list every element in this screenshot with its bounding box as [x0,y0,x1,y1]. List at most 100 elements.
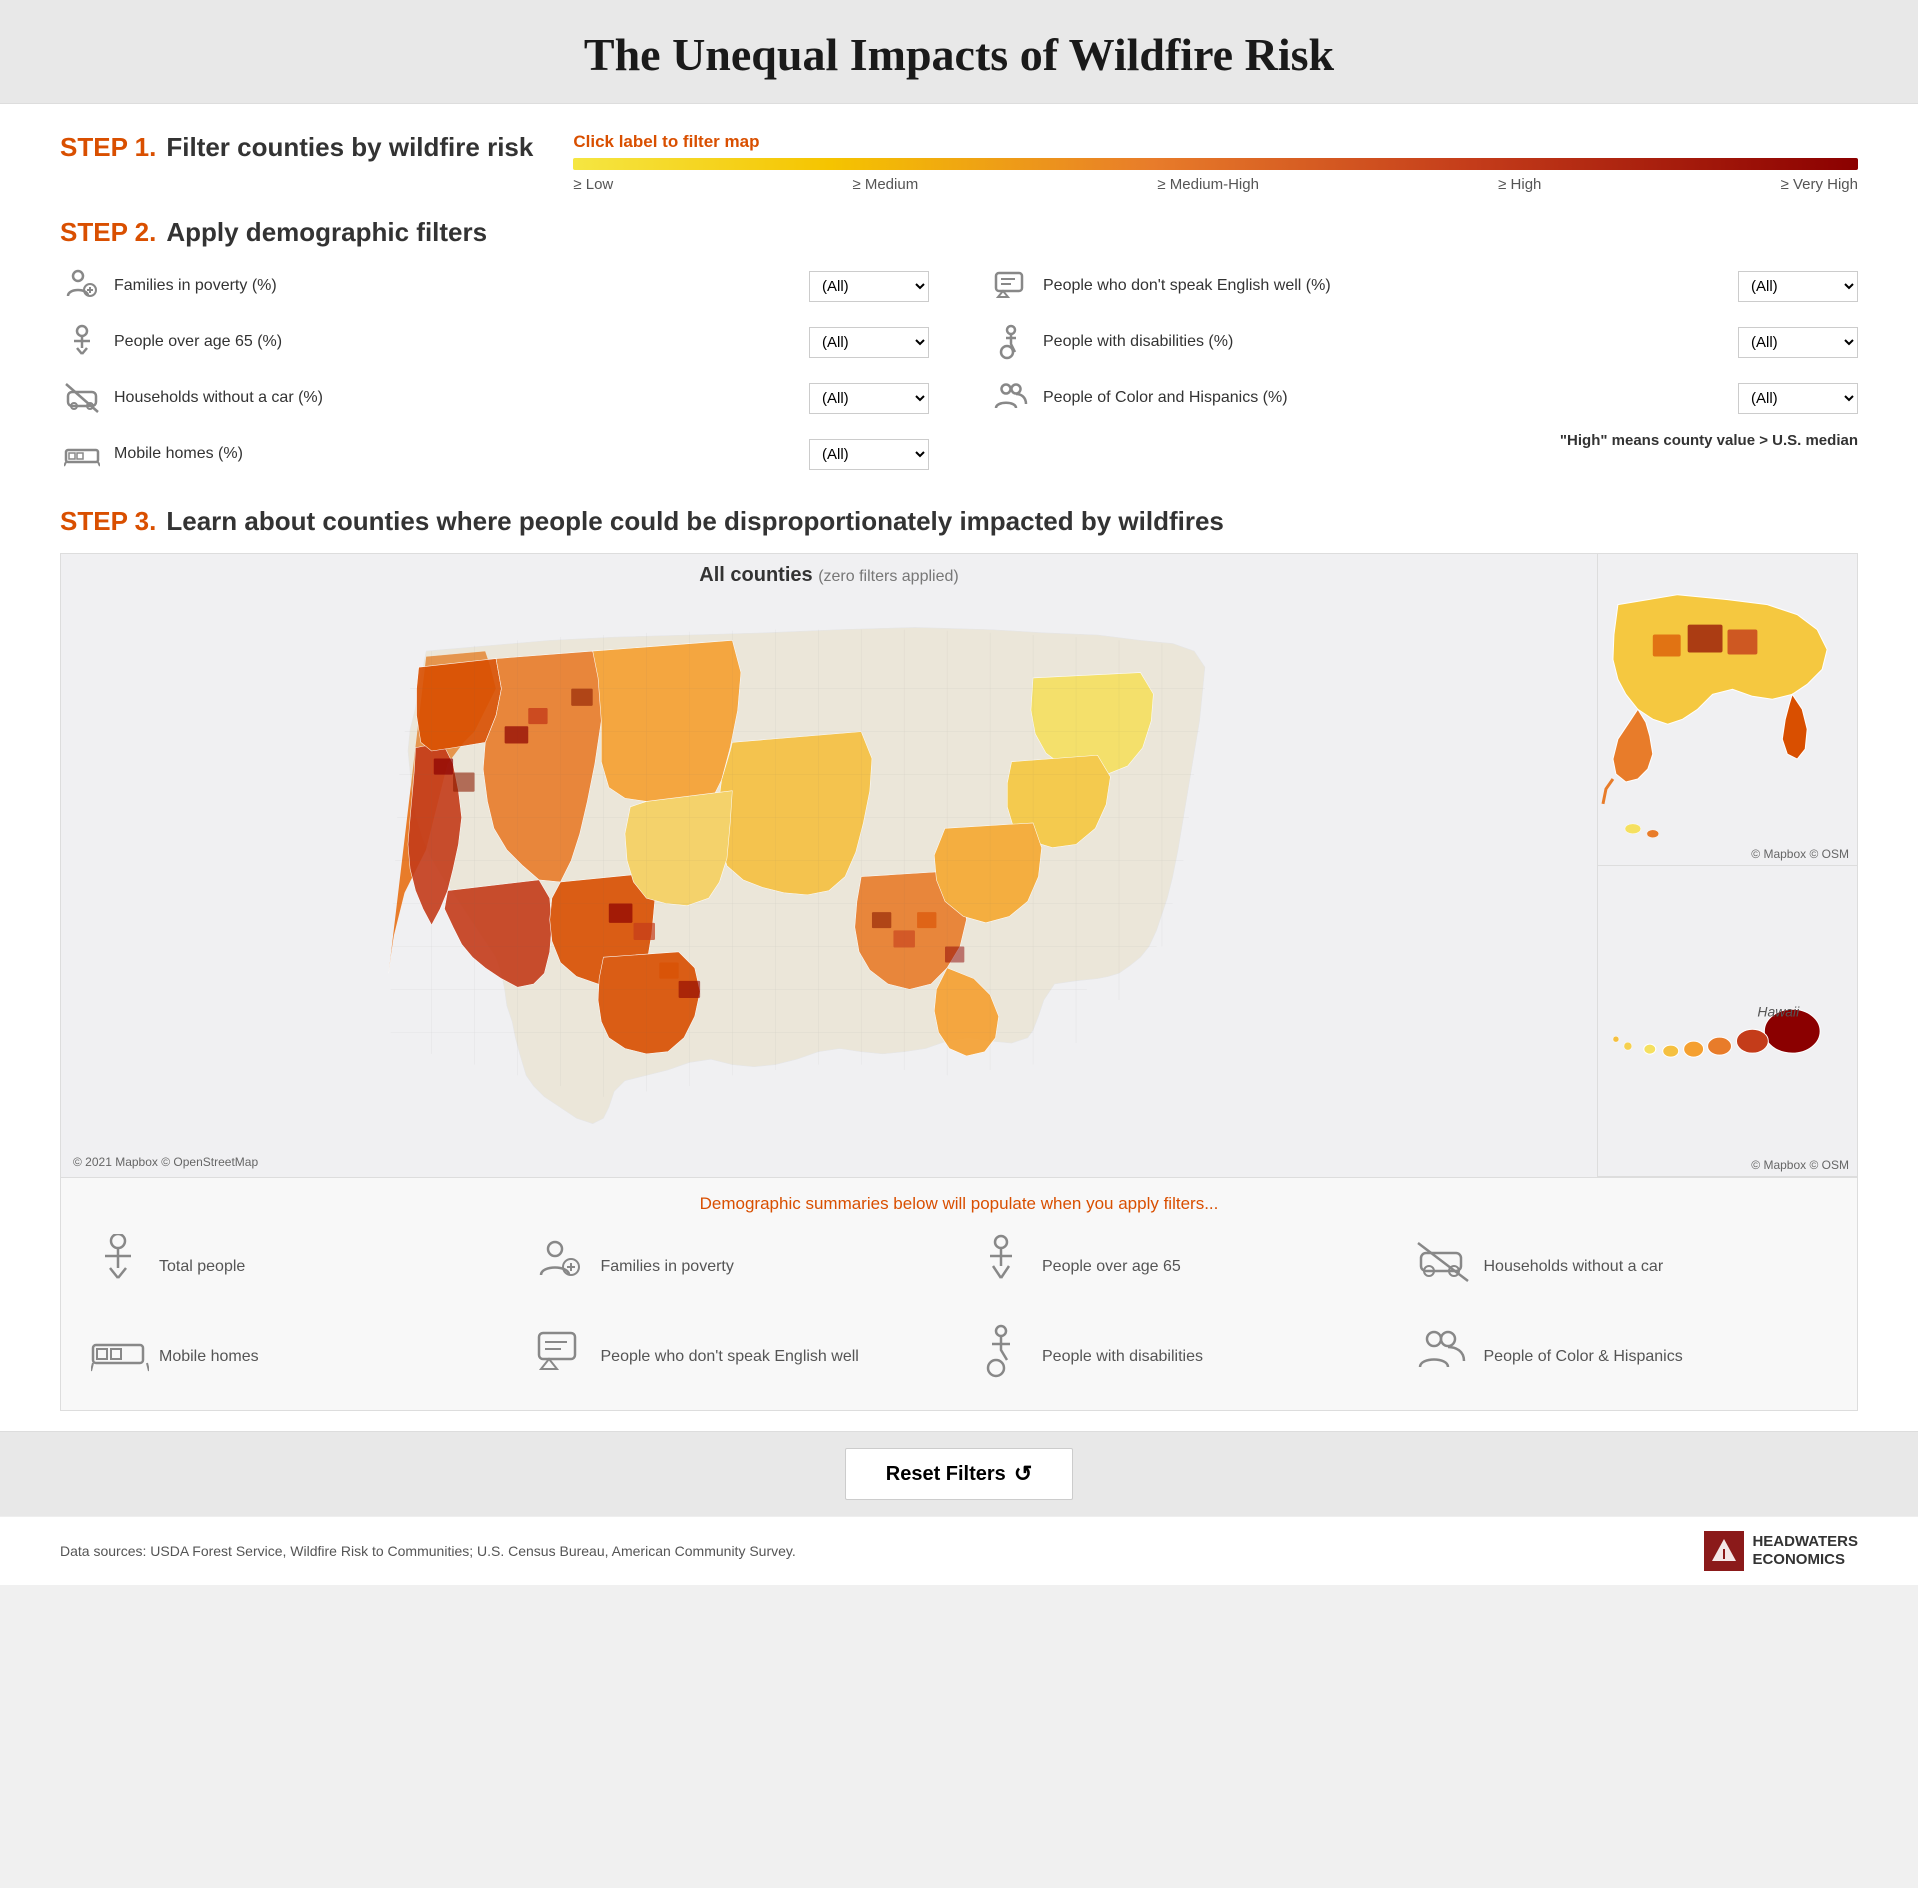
demo-item-disability: People with disabilities [974,1324,1386,1390]
mobile-icon [60,432,104,476]
demo-item-age65: People over age 65 [974,1234,1386,1300]
risk-medium-high[interactable]: ≥ Medium-High [1157,176,1259,193]
demo-mobile-label: Mobile homes [159,1348,259,1366]
disability-icon [989,320,1033,364]
risk-labels: ≥ Low ≥ Medium ≥ Medium-High ≥ High ≥ Ve… [573,176,1858,193]
filter-disability-select[interactable]: (All)HighLow [1738,327,1858,358]
demo-nocar-label: Households without a car [1484,1258,1664,1276]
click-label: Click label to filter map [573,132,1858,152]
footer: Data sources: USDA Forest Service, Wildf… [0,1516,1918,1585]
demo-item-poverty: Families in poverty [533,1234,945,1300]
demo-disability-label: People with disabilities [1042,1348,1203,1366]
filter-right: People who don't speak English well (%) … [989,264,1858,488]
map-container: All counties (zero filters applied) [60,553,1858,1178]
demo-grid: Total people Families in poverty People … [91,1234,1827,1390]
demo-item-nocar: Households without a car [1416,1234,1828,1300]
filter-mobile-label: Mobile homes (%) [114,445,799,463]
step1-label: STEP 1. [60,132,156,163]
demographics-section: Demographic summaries below will populat… [60,1178,1858,1411]
step1-row: STEP 1. Filter counties by wildfire risk… [60,132,1858,193]
step3-section: STEP 3. Learn about counties where peopl… [60,506,1858,537]
demo-poverty-label: Families in poverty [601,1258,734,1276]
total-people-icon [91,1234,145,1300]
step3-desc: Learn about counties where people could … [166,506,1224,537]
filter-row-age65: People over age 65 (%) (All)HighLow [60,320,929,364]
filter-disability-label: People with disabilities (%) [1043,333,1728,351]
map-title: All counties (zero filters applied) [61,554,1597,592]
risk-high[interactable]: ≥ High [1498,176,1541,193]
main-container: The Unequal Impacts of Wildfire Risk STE… [0,0,1918,1585]
step2-desc: Apply demographic filters [166,217,487,248]
filter-english-label: People who don't speak English well (%) [1043,277,1728,295]
demo-total-label: Total people [159,1258,245,1276]
risk-low[interactable]: ≥ Low [573,176,613,193]
risk-filter-section: Click label to filter map ≥ Low ≥ Medium… [573,132,1858,193]
step1-desc: Filter counties by wildfire risk [166,132,533,163]
english-icon [989,264,1033,308]
demo-english-label: People who don't speak English well [601,1348,859,1366]
logo-icon [1704,1531,1744,1571]
content-area: STEP 1. Filter counties by wildfire risk… [0,104,1918,1431]
hawaii-copyright: © Mapbox © OSM [1751,1158,1849,1172]
poverty-icon [60,264,104,308]
page-title: The Unequal Impacts of Wildfire Risk [20,28,1898,81]
reset-icon: ↺ [1014,1461,1032,1487]
filter-nocar-label: Households without a car (%) [114,389,799,407]
filter-age65-select[interactable]: (All)HighLow [809,327,929,358]
demo-item-poc: People of Color & Hispanics [1416,1324,1828,1390]
demo-age65-label: People over age 65 [1042,1258,1181,1276]
filter-age65-label: People over age 65 (%) [114,333,799,351]
alaska-svg [1598,554,1857,865]
demo-poc-label: People of Color & Hispanics [1484,1348,1683,1366]
hawaii-svg: Hawaii [1598,866,1857,1177]
us-map-svg [61,592,1597,1172]
filter-nocar-select[interactable]: (All)HighLow [809,383,929,414]
demo-age65-icon [974,1234,1028,1300]
reset-button[interactable]: Reset Filters ↺ [845,1448,1074,1500]
logo-text: HEADWATERS ECONOMICS [1752,1533,1858,1569]
filter-row-poc: People of Color and Hispanics (%) (All)H… [989,376,1858,420]
demo-item-total: Total people [91,1234,503,1300]
filter-poverty-label: Families in poverty (%) [114,277,799,295]
filter-row-poverty: Families in poverty (%) (All)HighLow [60,264,929,308]
map-copyright: © 2021 Mapbox © OpenStreetMap [73,1155,258,1169]
map-right: © Mapbox © OSM Hawa [1597,554,1857,1177]
step2-section: STEP 2. Apply demographic filters Famili… [60,217,1858,488]
step2-label: STEP 2. [60,217,156,248]
map-main: All counties (zero filters applied) [61,554,1597,1177]
alaska-copyright: © Mapbox © OSM [1751,847,1849,861]
demo-poc-icon [1416,1327,1470,1387]
reset-section: Reset Filters ↺ [0,1431,1918,1516]
risk-very-high[interactable]: ≥ Very High [1781,176,1858,193]
filter-mobile-select[interactable]: (All)HighLow [809,439,929,470]
nocar-icon [60,376,104,420]
risk-medium[interactable]: ≥ Medium [852,176,918,193]
demo-message: Demographic summaries below will populat… [91,1194,1827,1214]
footer-logo: HEADWATERS ECONOMICS [1704,1531,1858,1571]
svg-text:Hawaii: Hawaii [1757,1003,1800,1019]
alaska-inset: © Mapbox © OSM [1598,554,1857,866]
title-section: The Unequal Impacts of Wildfire Risk [0,0,1918,104]
demo-mobile-icon [91,1329,145,1385]
filter-poverty-select[interactable]: (All)HighLow [809,271,929,302]
filter-poc-label: People of Color and Hispanics (%) [1043,389,1728,407]
filter-row-mobile: Mobile homes (%) (All)HighLow [60,432,929,476]
demo-disability-icon [974,1324,1028,1390]
step3-label: STEP 3. [60,506,156,537]
filter-left: Families in poverty (%) (All)HighLow Peo… [60,264,929,488]
risk-gradient-bar [573,158,1858,170]
filter-poc-select[interactable]: (All)HighLow [1738,383,1858,414]
hawaii-inset: Hawaii © Mapbox © OSM [1598,866,1857,1178]
demo-nocar-icon [1416,1239,1470,1295]
demo-poverty-icon [533,1237,587,1297]
step1-label-group: STEP 1. Filter counties by wildfire risk [60,132,533,163]
filter-row-english: People who don't speak English well (%) … [989,264,1858,308]
filters-grid: Families in poverty (%) (All)HighLow Peo… [60,264,1858,488]
demo-english-icon [533,1327,587,1387]
filter-row-nocar: Households without a car (%) (All)HighLo… [60,376,929,420]
filter-english-select[interactable]: (All)HighLow [1738,271,1858,302]
age65-icon [60,320,104,364]
median-note: "High" means county value > U.S. median [1560,432,1858,449]
filter-row-disability: People with disabilities (%) (All)HighLo… [989,320,1858,364]
poc-icon [989,376,1033,420]
